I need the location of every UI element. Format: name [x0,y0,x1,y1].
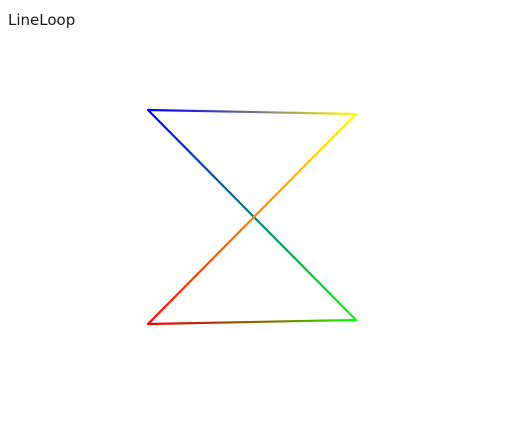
lineloop-canvas [146,108,358,326]
top-edge [146,108,358,116]
diagonal-red-yellow [146,112,358,326]
diagonal-blue-green [146,108,358,322]
bottom-edge [146,318,358,326]
